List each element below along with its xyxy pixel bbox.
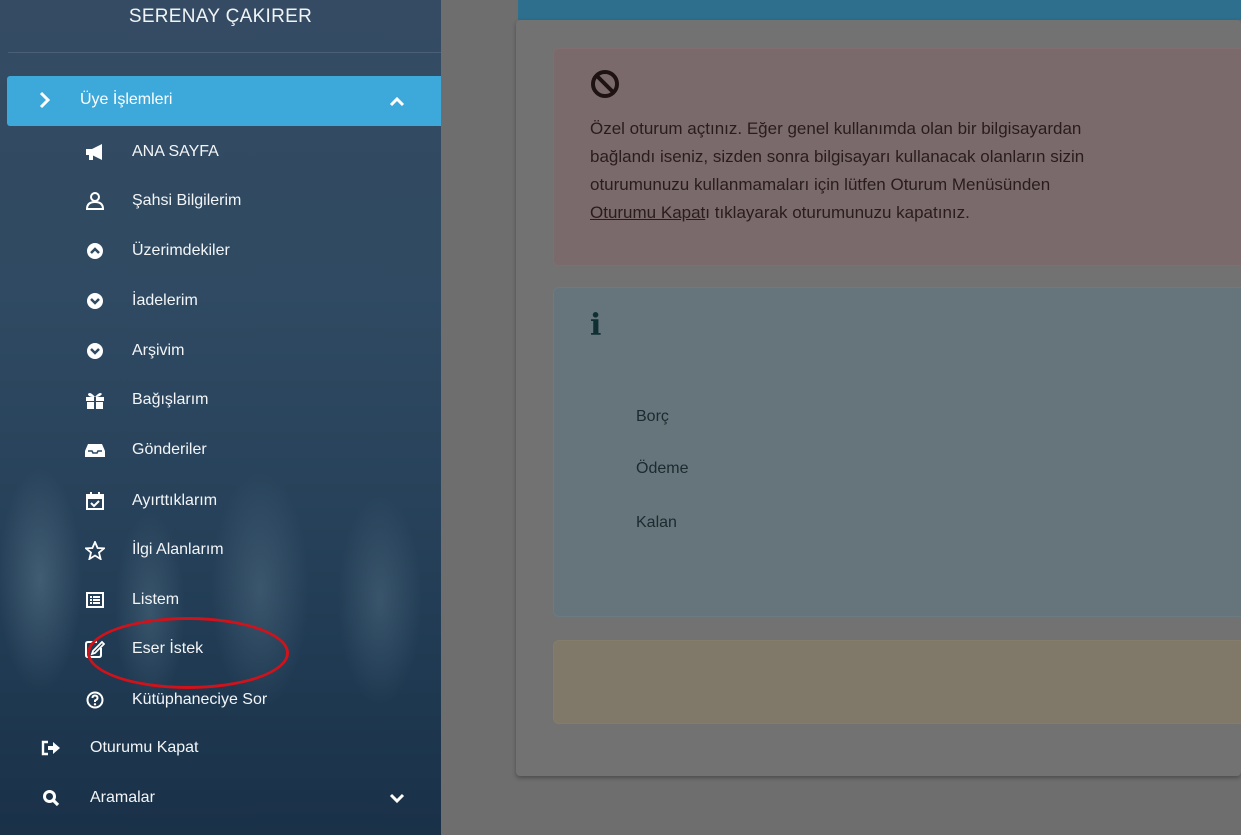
account-info-panel: i Borç Ödeme Kalan (553, 287, 1241, 617)
sidebar-item-uzerimdekiler[interactable]: Üzerimdekiler (84, 236, 230, 266)
sidebar-item-kutuphaneciye-sor[interactable]: Kütüphaneciye Sor (84, 685, 267, 715)
question-circle-icon (84, 689, 106, 711)
chevron-up-icon (389, 96, 405, 107)
sidebar-item-aramalar[interactable]: Aramalar (40, 783, 155, 813)
list-icon (84, 589, 106, 611)
bullhorn-icon (84, 141, 106, 163)
sidebar-item-bagislarim[interactable]: Bağışlarım (84, 385, 208, 415)
user-icon (84, 190, 106, 212)
alert-line: bağlandı iseniz, sizden sonra bilgisayar… (590, 147, 1085, 166)
sidebar-item-listem[interactable]: Listem (84, 585, 179, 615)
sidebar-item-arsivim[interactable]: Arşivim (84, 336, 184, 366)
calendar-check-icon (84, 490, 106, 512)
sidebar-item-label: Şahsi Bilgilerim (132, 192, 242, 209)
warning-panel (553, 640, 1241, 724)
chevron-circle-up-icon (84, 240, 106, 262)
sidebar-item-label: Arşivim (132, 342, 185, 359)
alert-line: ı tıklayarak oturumunuzu kapatınız. (705, 203, 970, 222)
ban-icon (591, 70, 619, 98)
gift-icon (84, 389, 106, 411)
sidebar-item-label: Aramalar (90, 789, 155, 806)
alert-text: Özel oturum açtınız. Eğer genel kullanım… (590, 115, 1241, 227)
sidebar-item-sahsi-bilgilerim[interactable]: Şahsi Bilgilerim (84, 186, 241, 216)
alert-line: Özel oturum açtınız. Eğer genel kullanım… (590, 119, 1082, 138)
star-icon (84, 539, 106, 561)
sidebar-item-label: Gönderiler (132, 441, 207, 458)
sidebar-item-label: ANA SAYFA (132, 143, 219, 160)
top-bar (518, 0, 1241, 20)
logout-link[interactable]: Oturumu Kapat (590, 203, 705, 222)
sidebar-item-label: Ayırttıklarım (132, 492, 218, 509)
sidebar-item-label: Kütüphaneciye Sor (132, 691, 268, 708)
sidebar-item-oturumu-kapat[interactable]: Oturumu Kapat (40, 733, 199, 763)
alert-line: oturumunuzu kullanmamaları için lütfen O… (590, 175, 1051, 194)
sidebar-item-ana-sayfa[interactable]: ANA SAYFA (84, 137, 219, 167)
sidebar-item-label: Listem (132, 591, 180, 608)
chevron-circle-down-icon (84, 290, 106, 312)
sidebar-item-label: İlgi Alanlarım (132, 541, 224, 558)
sidebar-item-label: Üzerimdekiler (132, 242, 230, 259)
sidebar-item-gonderiler[interactable]: Gönderiler (84, 435, 207, 465)
sidebar-item-iadelerim[interactable]: İadelerim (84, 286, 198, 316)
private-session-alert: Özel oturum açtınız. Eğer genel kullanım… (553, 48, 1241, 266)
chevron-down-icon[interactable] (389, 791, 405, 805)
inbox-icon (84, 439, 106, 461)
sign-out-icon (40, 737, 62, 759)
highlight-circle (87, 617, 289, 689)
chevron-circle-down-icon (84, 340, 106, 362)
divider (8, 52, 441, 53)
sidebar-item-label: Oturumu Kapat (90, 739, 199, 756)
remaining-label: Kalan (636, 514, 677, 531)
search-icon (40, 787, 62, 809)
debt-label: Borç (636, 408, 669, 425)
payment-label: Ödeme (636, 460, 689, 477)
sidebar-item-label: Bağışlarım (132, 391, 209, 408)
sidebar-item-label: İadelerim (132, 292, 198, 309)
menu-section-uye-islemleri[interactable]: Üye İşlemleri (7, 76, 441, 126)
chevron-right-icon (39, 91, 51, 109)
menu-section-label: Üye İşlemleri (80, 91, 173, 108)
user-name: SERENAY ÇAKIRER (128, 6, 313, 27)
sidebar-item-ayirttiklarim[interactable]: Ayırttıklarım (84, 486, 217, 516)
sidebar: SERENAY ÇAKIRER Üye İşlemleri ANA SAYFA … (0, 0, 441, 835)
info-icon: i (590, 308, 602, 343)
sidebar-item-ilgi-alanlarim[interactable]: İlgi Alanlarım (84, 535, 224, 565)
